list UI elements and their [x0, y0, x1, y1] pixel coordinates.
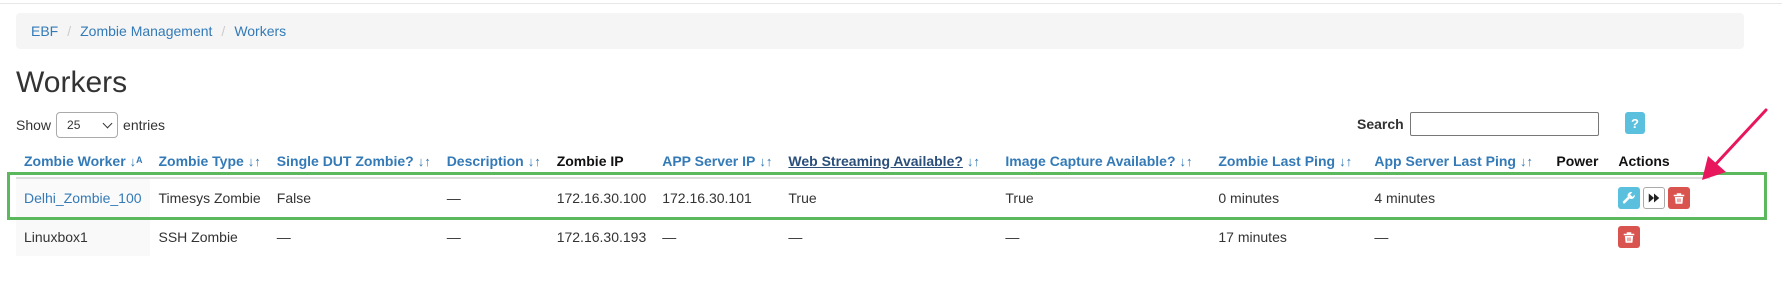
cell-image-capture: —	[997, 217, 1211, 256]
workers-table: Zombie Worker ↓ᴬ Zombie Type ↓↑ Single DUT…	[16, 144, 1711, 256]
run-button[interactable]	[1643, 187, 1666, 210]
column-header-zombie-ip: Zombie IP	[548, 144, 655, 179]
cell-zombie-type: Timesys Zombie	[150, 177, 269, 218]
sort-icon: ↓↑	[417, 153, 431, 169]
breadcrumb: EBF / Zombie Management / Workers	[16, 13, 1744, 49]
sort-icon: ↓↑	[759, 153, 773, 169]
cell-actions	[1610, 217, 1711, 256]
cell-web-streaming: True	[780, 177, 998, 218]
cell-image-capture: True	[997, 177, 1211, 218]
help-button[interactable]: ?	[1625, 112, 1645, 134]
cell-power	[1548, 177, 1611, 218]
wrench-icon	[1623, 192, 1636, 204]
worker-link[interactable]: Delhi_Zombie_100	[24, 190, 142, 206]
search-filter: Search	[1357, 112, 1599, 136]
table-header-row: Zombie Worker ↓ᴬ Zombie Type ↓↑ Single DUT…	[16, 144, 1711, 179]
sort-asc-icon: ↓ᴬ	[129, 153, 143, 169]
entries-per-page-select[interactable]: 25	[56, 112, 119, 138]
cell-zombie-ip: 172.16.30.100	[548, 177, 655, 218]
cell-zombie-last-ping: 0 minutes	[1210, 177, 1367, 218]
cell-power	[1548, 217, 1611, 256]
column-header-image-capture[interactable]: Image Capture Available? ↓↑	[997, 144, 1211, 179]
cell-description: —	[438, 177, 549, 218]
column-header-app-server-ip[interactable]: APP Server IP ↓↑	[654, 144, 781, 179]
cell-zombie-type: SSH Zombie	[150, 217, 269, 256]
cell-zombie-ip: 172.16.30.193	[548, 217, 655, 256]
column-header-app-server-last-ping[interactable]: App Server Last Ping ↓↑	[1366, 144, 1549, 179]
length-menu-prefix: Show	[16, 117, 52, 133]
configure-button[interactable]	[1618, 187, 1641, 210]
sort-icon: ↓↑	[1339, 153, 1353, 169]
column-header-zombie-type[interactable]: Zombie Type ↓↑	[150, 144, 269, 179]
fast-forward-icon	[1649, 193, 1660, 203]
cell-single-dut: False	[268, 177, 439, 218]
cell-single-dut: —	[268, 217, 439, 256]
cell-app-server-ip: 172.16.30.101	[654, 177, 781, 218]
cell-description: —	[438, 217, 549, 256]
breadcrumb-link-ebf[interactable]: EBF	[31, 23, 58, 39]
sort-icon: ↓↑	[966, 153, 980, 169]
sort-icon: ↓↑	[1179, 153, 1193, 169]
top-divider	[0, 3, 1782, 4]
table-row: Linuxbox1 SSH Zombie — — 172.16.30.193 —…	[16, 217, 1711, 256]
breadcrumb-separator: /	[67, 23, 72, 39]
cell-web-streaming: —	[780, 217, 998, 256]
chevron-down-icon	[102, 118, 113, 129]
length-menu-suffix: entries	[123, 117, 166, 133]
breadcrumb-link-zombie-management[interactable]: Zombie Management	[80, 23, 212, 39]
breadcrumb-separator: /	[221, 23, 226, 39]
delete-button[interactable]	[1618, 226, 1641, 249]
table-row: Delhi_Zombie_100 Timesys Zombie False — …	[16, 177, 1711, 218]
column-header-zombie-last-ping[interactable]: Zombie Last Ping ↓↑	[1210, 144, 1367, 179]
cell-zombie-worker: Delhi_Zombie_100	[16, 177, 151, 218]
column-header-zombie-worker[interactable]: Zombie Worker ↓ᴬ	[16, 144, 151, 179]
column-header-power: Power	[1548, 144, 1611, 179]
breadcrumb-link-workers[interactable]: Workers	[234, 23, 286, 39]
column-header-description[interactable]: Description ↓↑	[438, 144, 549, 179]
cell-app-server-last-ping: 4 minutes	[1366, 177, 1549, 218]
delete-button[interactable]	[1668, 187, 1691, 210]
trash-icon	[1624, 232, 1635, 243]
column-header-web-streaming[interactable]: Web Streaming Available? ↓↑	[780, 144, 998, 179]
question-icon: ?	[1631, 115, 1639, 131]
entries-per-page-value: 25	[67, 118, 81, 132]
cell-zombie-last-ping: 17 minutes	[1210, 217, 1367, 256]
cell-app-server-ip: —	[654, 217, 781, 256]
column-header-single-dut-zombie[interactable]: Single DUT Zombie? ↓↑	[268, 144, 439, 179]
trash-icon	[1674, 193, 1685, 204]
length-menu: Show 25 entries	[16, 112, 165, 138]
sort-icon: ↓↑	[1519, 153, 1533, 169]
cell-zombie-worker: Linuxbox1	[16, 217, 151, 256]
search-input[interactable]	[1409, 112, 1599, 136]
cell-actions	[1610, 177, 1711, 218]
sort-icon: ↓↑	[527, 153, 541, 169]
sort-icon: ↓↑	[247, 153, 261, 169]
column-header-actions: Actions	[1610, 144, 1711, 179]
cell-app-server-last-ping: —	[1366, 217, 1549, 256]
search-label: Search	[1357, 116, 1404, 132]
page-title: Workers	[16, 66, 128, 99]
